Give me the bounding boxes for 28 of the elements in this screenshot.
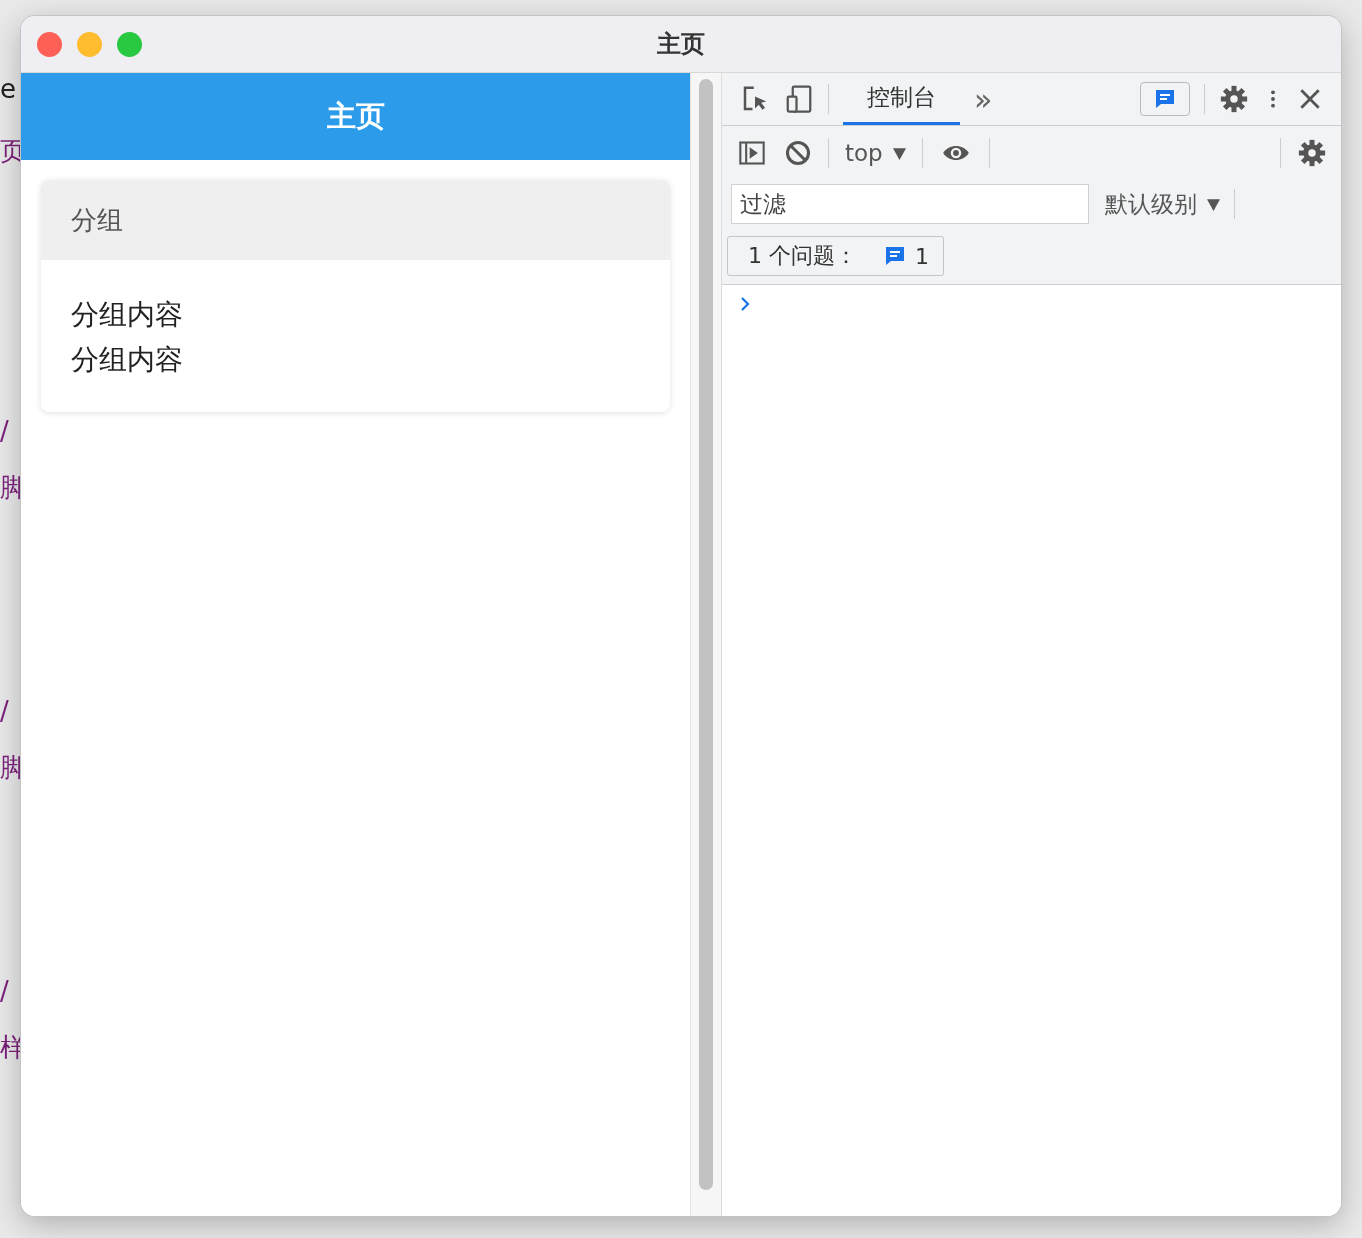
device-toolbar-icon[interactable] [784, 84, 814, 114]
background-text: / [0, 696, 9, 726]
dropdown-caret-icon [892, 146, 906, 160]
context-dropdown[interactable]: top [845, 140, 906, 166]
close-window-button[interactable] [37, 31, 62, 57]
log-level-dropdown[interactable]: 默认级别 [1103, 188, 1220, 220]
issues-counter-button[interactable]: 1 个问题： 1 [727, 236, 944, 276]
background-text: e [0, 74, 16, 104]
window-title: 主页 [657, 29, 705, 60]
message-icon [883, 244, 907, 268]
background-text: / [0, 976, 9, 1006]
background-text: / [0, 416, 9, 446]
sidebar-toggle-icon[interactable] [736, 139, 768, 167]
group-content-text: 分组内容 [71, 342, 184, 378]
group-content-text: 分组内容 [71, 297, 184, 333]
dropdown-caret-icon [1207, 197, 1220, 211]
group-title: 分组 [41, 180, 670, 260]
settings-icon[interactable] [1297, 138, 1327, 168]
devtools-tab[interactable]: 控制台 [843, 73, 960, 125]
issues-button[interactable] [1140, 82, 1190, 116]
clear-console-icon[interactable] [784, 139, 812, 167]
message-icon [1153, 87, 1177, 111]
page-title: 主页 [326, 97, 385, 135]
scrollbar-thumb[interactable] [699, 79, 713, 1190]
filter-field[interactable]: 过滤 [731, 184, 1089, 224]
more-tabs-button[interactable]: » [974, 81, 993, 117]
settings-icon[interactable] [1219, 84, 1249, 114]
prompt-chevron-icon[interactable] [740, 297, 750, 311]
